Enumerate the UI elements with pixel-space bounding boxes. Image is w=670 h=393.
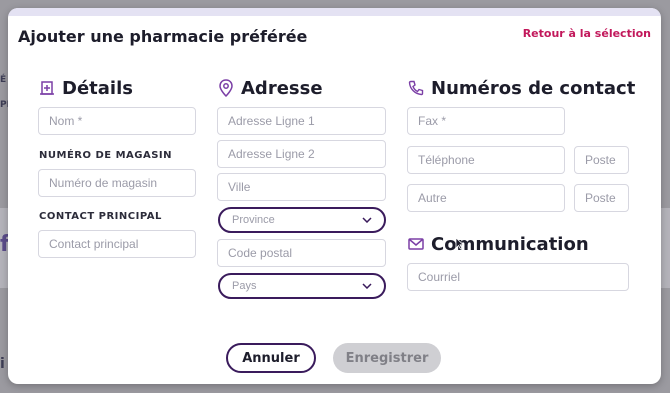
province-select-value: Province <box>232 214 275 226</box>
country-select[interactable]: Pays <box>218 273 386 299</box>
store-number-input[interactable]: Numéro de magasin <box>38 169 196 197</box>
section-heading: Détails <box>62 77 133 99</box>
city-input[interactable]: Ville <box>217 173 386 201</box>
address-line2-input[interactable]: Adresse Ligne 2 <box>217 140 386 168</box>
address-section: Adresse <box>217 76 323 100</box>
country-select-value: Pays <box>232 280 257 292</box>
background-text: É <box>0 75 7 85</box>
province-select[interactable]: Province <box>218 207 386 233</box>
modal-title: Ajouter une pharmacie préférée <box>18 27 308 46</box>
building-icon <box>38 79 56 97</box>
mail-icon <box>407 235 425 253</box>
section-heading: Adresse <box>241 77 323 99</box>
add-pharmacy-modal: Ajouter une pharmacie préférée Retour à … <box>8 8 661 384</box>
phone-icon <box>407 79 425 97</box>
other-extension-input[interactable]: Poste <box>574 184 629 212</box>
store-number-label: NUMÉRO DE MAGASIN <box>39 150 172 161</box>
other-phone-input[interactable]: Autre <box>407 184 565 212</box>
modal-top-bar <box>8 8 661 16</box>
fax-input[interactable]: Fax * <box>407 107 565 135</box>
chevron-down-icon <box>362 280 372 292</box>
main-contact-input[interactable]: Contact principal <box>38 230 196 258</box>
cancel-button[interactable]: Annuler <box>226 343 316 373</box>
back-to-selection-link[interactable]: Retour à la sélection <box>523 27 651 40</box>
contact-numbers-section: Numéros de contact <box>407 76 635 100</box>
phone-extension-input[interactable]: Poste <box>574 146 629 174</box>
postal-code-input[interactable]: Code postal <box>217 239 386 267</box>
chevron-down-icon <box>362 214 372 226</box>
mouse-cursor-icon <box>455 235 465 254</box>
section-heading: Numéros de contact <box>431 77 636 99</box>
map-pin-icon <box>217 79 235 97</box>
email-input[interactable]: Courriel <box>407 263 629 291</box>
phone-input[interactable]: Téléphone <box>407 146 565 174</box>
main-contact-label: CONTACT PRINCIPAL <box>39 211 162 222</box>
communication-section: Communication <box>407 232 589 256</box>
background-text: i <box>0 356 5 372</box>
name-input[interactable]: Nom * <box>38 107 196 135</box>
address-line1-input[interactable]: Adresse Ligne 1 <box>217 107 386 135</box>
details-section: Détails <box>38 76 133 100</box>
save-button[interactable]: Enregistrer <box>333 343 441 373</box>
